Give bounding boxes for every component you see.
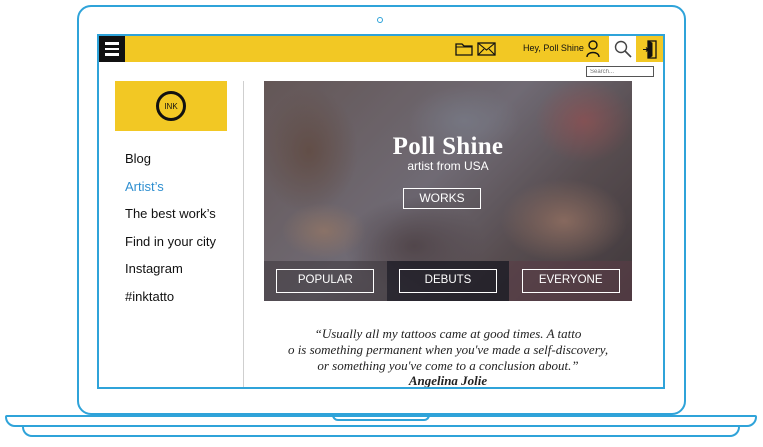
artist-name: Poll Shine xyxy=(392,133,504,160)
folder-icon[interactable] xyxy=(455,42,473,56)
sidebar-item-find-city[interactable]: Find in your city xyxy=(125,233,216,261)
user-icon[interactable] xyxy=(586,40,600,58)
logo-ring: INK xyxy=(156,91,186,121)
tab-debuts[interactable]: DEBUTS xyxy=(399,269,497,293)
laptop-foot xyxy=(22,427,740,437)
sidebar-item-best-works[interactable]: The best work’s xyxy=(125,205,216,233)
sidebar-nav: Blog Artist’s The best work’s Find in yo… xyxy=(125,150,216,315)
search-button[interactable] xyxy=(609,36,636,62)
sidebar-item-artists[interactable]: Artist’s xyxy=(125,178,216,206)
tab-popular-panel: POPULAR xyxy=(264,261,387,301)
logout-button[interactable] xyxy=(636,36,663,62)
search-icon xyxy=(614,40,632,58)
tab-everyone-panel: EVERYONE xyxy=(509,261,632,301)
sidebar-item-inktatto[interactable]: #inktatto xyxy=(125,288,216,316)
tab-everyone[interactable]: EVERYONE xyxy=(521,269,620,293)
search-input[interactable] xyxy=(586,66,654,77)
sidebar-divider xyxy=(243,81,244,387)
tab-popular[interactable]: POPULAR xyxy=(276,269,375,293)
quote-line: “Usually all my tattoos came at good tim… xyxy=(314,326,582,341)
artist-subtitle: artist from USA xyxy=(407,159,489,173)
user-greeting: Hey, Poll Shine xyxy=(523,43,584,53)
hamburger-icon[interactable] xyxy=(99,36,125,62)
artist-hero-image: Poll Shine artist from USA WORKS POPULAR… xyxy=(264,81,632,301)
sidebar-item-instagram[interactable]: Instagram xyxy=(125,260,216,288)
sidebar-item-blog[interactable]: Blog xyxy=(125,150,216,178)
quote-text: “Usually all my tattoos came at good tim… xyxy=(264,326,632,374)
webcam xyxy=(377,17,383,23)
exit-door-icon xyxy=(643,40,657,59)
tab-debuts-panel: DEBUTS xyxy=(386,261,510,301)
works-button[interactable]: WORKS xyxy=(403,188,481,209)
quote-author: Angelina Jolie xyxy=(408,373,488,388)
ink-logo[interactable]: INK xyxy=(115,81,227,131)
laptop-notch xyxy=(332,415,430,421)
hero-tabs: POPULAR DEBUTS EVERYONE xyxy=(264,261,632,301)
top-bar: Hey, Poll Shine xyxy=(99,36,663,62)
logo-text: INK xyxy=(164,101,178,111)
mail-icon[interactable] xyxy=(477,42,496,56)
screen: Hey, Poll Shine INK Blog Artist’s xyxy=(97,34,665,389)
quote-line: or something you've come to a conclusion… xyxy=(317,358,579,373)
quote-line: o is something permanent when you've mad… xyxy=(287,342,609,357)
